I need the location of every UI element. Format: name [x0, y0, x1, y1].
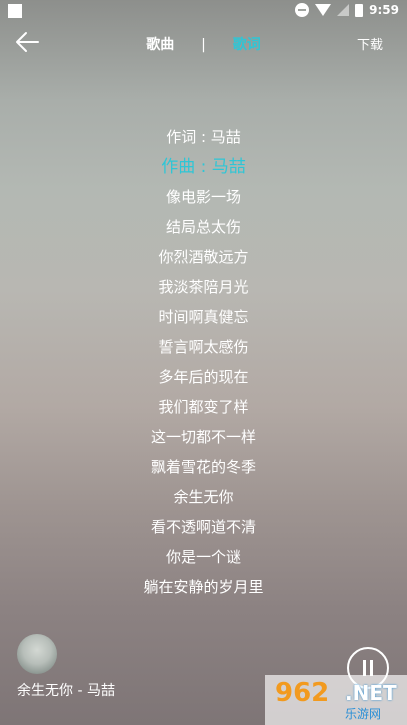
- do-not-disturb-icon: [295, 3, 310, 17]
- lyric-line: 誓言啊太感伤: [158, 338, 249, 356]
- album-cover[interactable]: [17, 634, 57, 674]
- lyric-line: 结局总太伤: [165, 218, 241, 236]
- wifi-icon: [315, 4, 332, 16]
- download-button[interactable]: 下载: [357, 34, 383, 53]
- notification-icon: [8, 4, 22, 18]
- now-playing-title[interactable]: 余生无你 - 马喆: [17, 680, 115, 700]
- lyric-line: 多年后的现在: [158, 368, 249, 386]
- lyric-line: 像电影一场: [165, 188, 241, 206]
- top-bar: 歌曲 | 歌词 下载: [0, 24, 407, 64]
- status-time: 9:59: [369, 3, 399, 17]
- tab-song[interactable]: 歌曲: [142, 34, 178, 54]
- lyric-line: 我淡茶陪月光: [158, 278, 249, 296]
- watermark-domain: .NET: [345, 681, 397, 705]
- status-bar: 9:59: [0, 0, 407, 24]
- tab-separator: |: [201, 37, 206, 53]
- status-icons: 9:59: [295, 3, 399, 17]
- lyric-line: 作词 : 马喆: [166, 128, 241, 146]
- lyric-line: 我们都变了样: [158, 398, 249, 416]
- signal-icon: [337, 4, 350, 16]
- lyric-line: 你烈酒敬远方: [158, 248, 249, 266]
- tab-bar: 歌曲 | 歌词: [0, 34, 407, 54]
- lyric-line: 你是一个谜: [165, 548, 241, 566]
- lyric-line: 时间啊真健忘: [158, 308, 249, 326]
- watermark-site: 乐游网: [345, 707, 382, 721]
- lyric-line-active: 作曲 : 马喆: [161, 157, 246, 177]
- lyric-line: 飘着雪花的冬季: [150, 458, 256, 476]
- tab-lyrics[interactable]: 歌词: [229, 34, 265, 54]
- lyric-line: 余生无你: [173, 488, 234, 506]
- lyric-line: 躺在安静的岁月里: [143, 578, 264, 596]
- battery-icon: [355, 3, 364, 17]
- lyric-line: 看不透啊道不清: [150, 518, 256, 536]
- lyrics-list: 作词 : 马喆 作曲 : 马喆 像电影一场结局总太伤你烈酒敬远方 我淡茶陪月光 时间啊真…: [0, 122, 407, 602]
- watermark: 962 .NET 乐游网: [265, 675, 407, 725]
- watermark-number: 962: [275, 678, 330, 708]
- lyric-line: 这一切都不一样: [150, 428, 256, 446]
